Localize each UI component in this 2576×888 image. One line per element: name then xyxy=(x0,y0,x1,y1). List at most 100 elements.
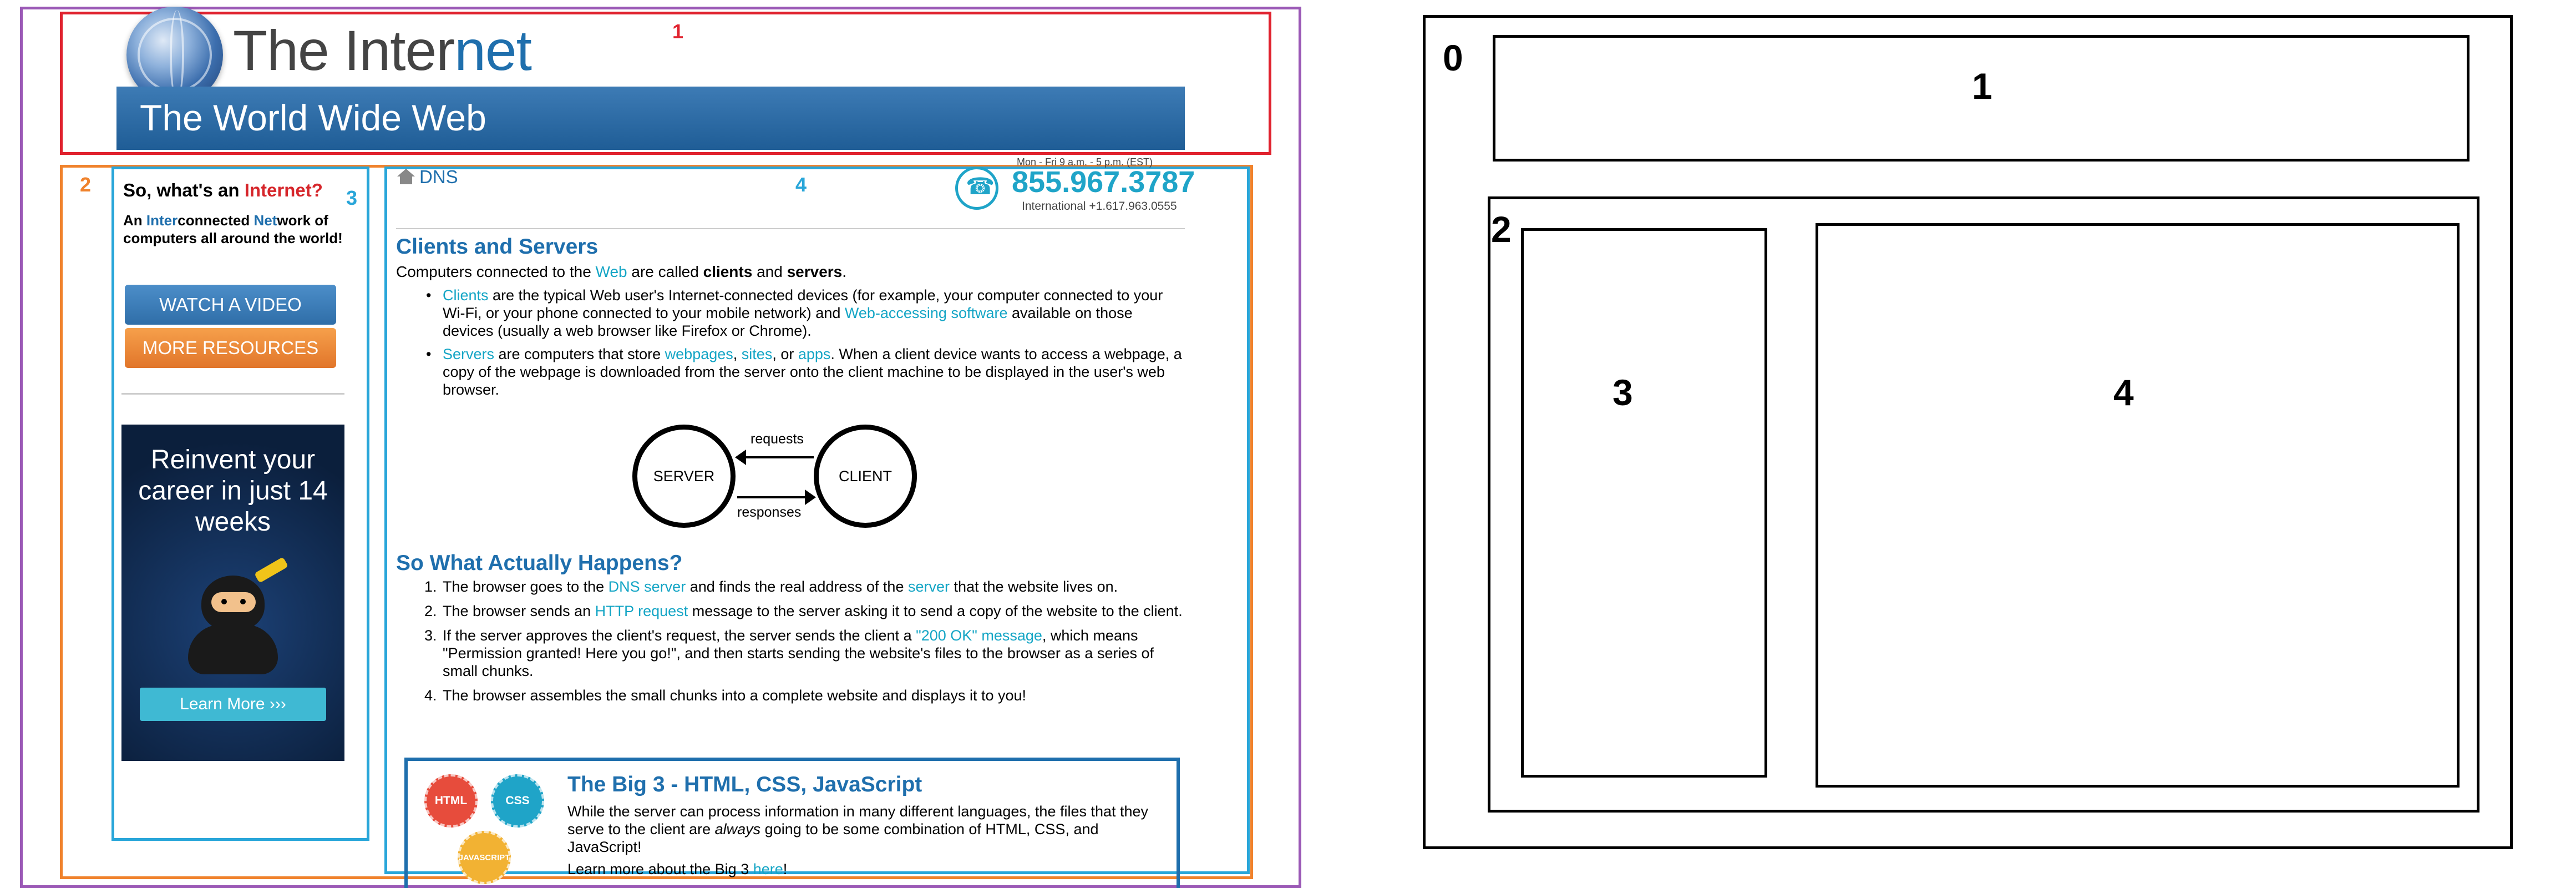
big3-here-link[interactable]: here xyxy=(753,861,783,877)
sites-link[interactable]: sites xyxy=(742,346,773,362)
what-happens-heading: So What Actually Happens? xyxy=(396,551,683,575)
responses-label: responses xyxy=(737,504,802,520)
clients-servers-list: Clients are the typical Web user's Inter… xyxy=(426,286,1185,404)
html-badge-icon: HTML xyxy=(424,774,478,828)
region-4-label: 4 xyxy=(795,173,807,196)
breadcrumb-dns[interactable]: DNS xyxy=(419,167,458,188)
step-number: 1. xyxy=(424,578,437,595)
ninja-face-icon xyxy=(211,592,256,612)
step-text: message to the server asking it to send … xyxy=(688,603,1183,619)
region-3-label: 3 xyxy=(346,186,358,209)
list-item: Clients are the typical Web user's Inter… xyxy=(426,286,1185,340)
wireframe-label-3: 3 xyxy=(1612,372,1633,413)
sidebar-question-prefix: So, what's an xyxy=(123,180,245,200)
desc-part-highlight: Inter xyxy=(146,212,178,229)
intro-text: Computers connected to the xyxy=(396,263,596,280)
css-badge-icon: CSS xyxy=(491,774,544,828)
servers-link[interactable]: Servers xyxy=(443,346,494,362)
home-icon[interactable] xyxy=(396,169,416,185)
responses-arrow-icon xyxy=(737,490,816,505)
intro-clients: clients xyxy=(703,263,753,280)
big3-paragraph: While the server can process information… xyxy=(567,803,1167,856)
ad-headline: Reinvent your career in just 14 weeks xyxy=(138,445,328,537)
sidebar-description: An Interconnected Network of computers a… xyxy=(123,211,349,247)
site-title-highlight: net xyxy=(454,19,532,82)
breadcrumb[interactable]: DNS xyxy=(396,167,458,188)
requests-label: requests xyxy=(751,431,804,447)
big3-learn-more: Learn more about the Big 3 here! xyxy=(567,861,787,878)
sidebar-divider xyxy=(121,393,344,395)
http-request-link[interactable]: HTTP request xyxy=(595,603,688,619)
wireframe-region-4 xyxy=(1816,223,2460,788)
dns-server-link[interactable]: DNS server xyxy=(608,578,686,595)
region-1-label: 1 xyxy=(672,20,684,43)
step-text: If the server approves the client's requ… xyxy=(443,627,916,644)
step-text: The browser goes to the xyxy=(443,578,608,595)
ninja-headband-icon xyxy=(254,557,288,583)
site-title[interactable]: The Internet xyxy=(233,18,532,83)
intro-text: are called xyxy=(627,263,703,280)
wireframe-label-2: 2 xyxy=(1491,209,1512,250)
sidebar-question: So, what's an Internet? xyxy=(123,180,323,201)
wireframe-label-1: 1 xyxy=(1972,65,1992,107)
client-node: CLIENT xyxy=(814,425,917,528)
region-2-label: 2 xyxy=(80,173,92,196)
server-link[interactable]: server xyxy=(908,578,950,595)
step-text: that the website lives on. xyxy=(949,578,1118,595)
watch-video-button[interactable]: WATCH A VIDEO xyxy=(125,285,336,325)
phone-number[interactable]: 855.967.3787 xyxy=(1012,165,1195,199)
bullet-text: , or xyxy=(772,346,798,362)
200-ok-link[interactable]: "200 OK" message xyxy=(916,627,1042,644)
more-resources-button[interactable]: MORE RESOURCES xyxy=(125,328,336,368)
wireframe-region-3 xyxy=(1521,228,1767,778)
big3-more-text: ! xyxy=(783,861,788,877)
main-divider xyxy=(396,228,1185,229)
list-item: 2. The browser sends an HTTP request mess… xyxy=(424,602,1190,620)
sidebar-ad[interactable]: Reinvent your career in just 14 weeks Le… xyxy=(121,425,344,761)
list-item: 3. If the server approves the client's re… xyxy=(424,627,1190,680)
webpages-link[interactable]: webpages xyxy=(665,346,733,362)
step-number: 4. xyxy=(424,687,437,704)
steps-list: 1. The browser goes to the DNS server and… xyxy=(424,578,1190,711)
desc-part: An xyxy=(123,212,146,229)
learn-more-button[interactable]: Learn More ››› xyxy=(140,688,326,721)
bullet-text: , xyxy=(733,346,742,362)
big3-more-text: Learn more about the Big 3 xyxy=(567,861,753,877)
phone-icon xyxy=(955,167,998,210)
intro-text: . xyxy=(842,263,847,280)
big3-heading: The Big 3 - HTML, CSS, JavaScript xyxy=(567,773,922,796)
ninja-body-icon xyxy=(188,624,278,674)
site-title-prefix: The Inter xyxy=(233,19,455,82)
banner-title: The World Wide Web xyxy=(140,97,486,138)
ninja-eye-icon xyxy=(221,599,227,604)
web-link[interactable]: Web xyxy=(596,263,627,280)
big3-emphasis: always xyxy=(714,821,761,837)
step-text: The browser sends an xyxy=(443,603,595,619)
clients-servers-heading: Clients and Servers xyxy=(396,235,599,259)
wireframe-label-4: 4 xyxy=(2113,372,2134,413)
ninja-eye-icon xyxy=(240,599,246,604)
apps-link[interactable]: apps xyxy=(798,346,831,362)
international-phone: International +1.617.963.0555 xyxy=(1022,200,1177,213)
desc-part-highlight: Net xyxy=(253,212,277,229)
bullet-text: are computers that store xyxy=(494,346,665,362)
desc-part: connected xyxy=(178,212,254,229)
server-node: SERVER xyxy=(632,425,736,528)
step-number: 2. xyxy=(424,603,437,619)
client-server-diagram: SERVER CLIENT requests responses xyxy=(632,425,932,528)
clients-link[interactable]: Clients xyxy=(443,287,489,304)
intro-paragraph: Computers connected to the Web are calle… xyxy=(396,263,1185,281)
step-text: and finds the real address of the xyxy=(686,578,908,595)
list-item: 1. The browser goes to the DNS server and… xyxy=(424,578,1190,596)
list-item: 4. The browser assembles the small chunks… xyxy=(424,687,1190,704)
javascript-badge-icon: JAVASCRIPT xyxy=(458,831,511,884)
requests-arrow-icon xyxy=(735,450,814,465)
intro-servers: servers xyxy=(787,263,843,280)
list-item: Servers are computers that store webpage… xyxy=(426,345,1185,398)
intro-text: and xyxy=(752,263,787,280)
web-software-link[interactable]: Web-accessing software xyxy=(845,305,1008,321)
sidebar-question-highlight: Internet? xyxy=(244,180,323,200)
step-text: The browser assembles the small chunks i… xyxy=(443,687,1027,704)
step-number: 3. xyxy=(424,627,437,644)
wireframe-label-0: 0 xyxy=(1443,37,1463,78)
